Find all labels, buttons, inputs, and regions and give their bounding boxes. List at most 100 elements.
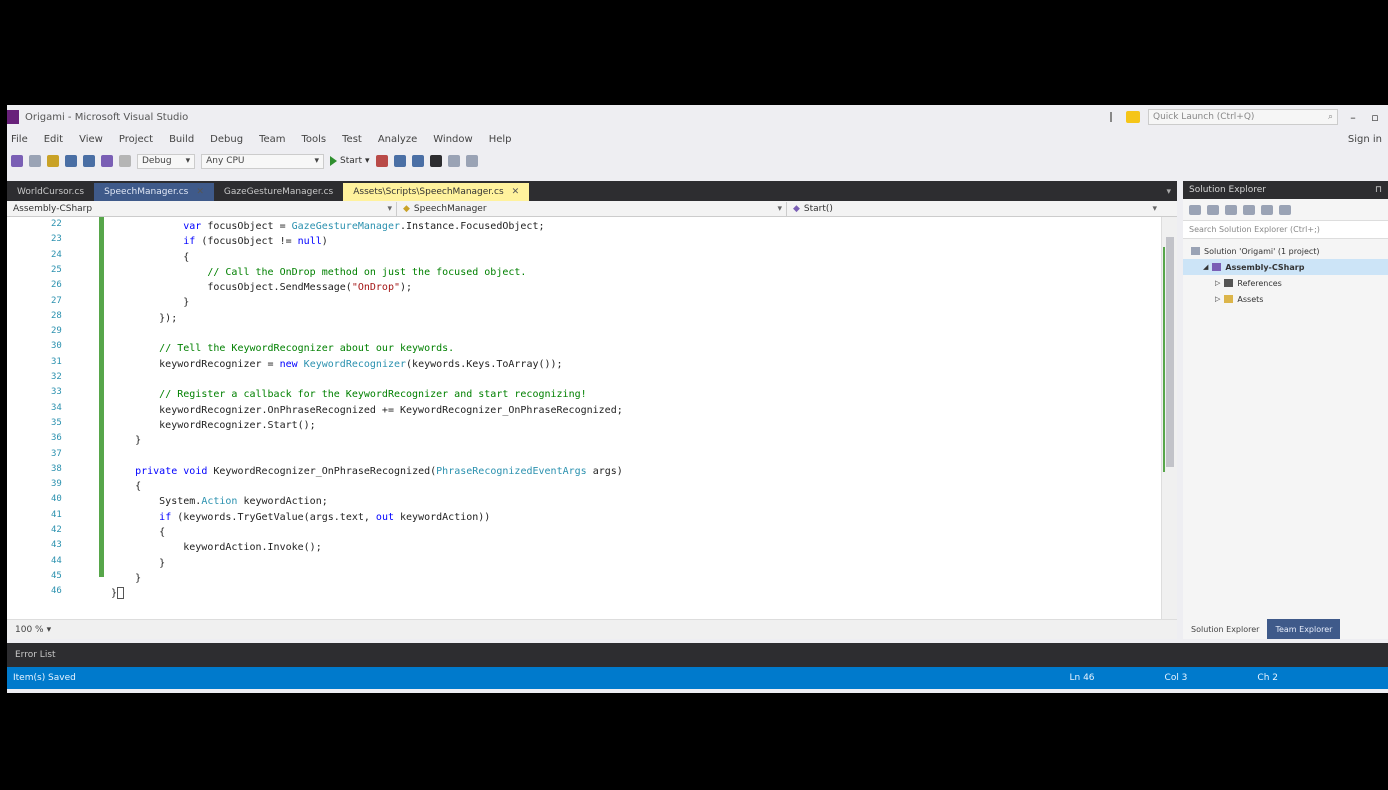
tab-label: SpeechManager.cs xyxy=(104,187,189,197)
back-icon[interactable] xyxy=(1189,204,1201,215)
pin-icon[interactable]: ⊓ xyxy=(1375,185,1382,195)
line-number: 24 xyxy=(51,249,62,260)
solution-configuration-dropdown[interactable]: Debug ▾ xyxy=(137,153,196,169)
redo-icon[interactable] xyxy=(119,155,131,167)
bookmark-clear-icon[interactable] xyxy=(465,155,478,167)
minimize-button[interactable]: – xyxy=(1346,111,1360,124)
menu-item-file[interactable]: File xyxy=(11,134,28,145)
bookmark-next-icon[interactable] xyxy=(447,155,460,167)
forward-icon[interactable] xyxy=(1207,204,1219,215)
project-dropdown[interactable]: Assembly-CSharp ▾ xyxy=(7,201,397,216)
menu-item-window[interactable]: Window xyxy=(433,134,472,145)
tab-document[interactable]: GazeGestureManager.cs xyxy=(214,183,343,201)
menu-item-tools[interactable]: Tools xyxy=(302,134,327,145)
code-text[interactable]: var focusObject = GazeGestureManager .Ins… xyxy=(111,219,623,601)
solution-tree-node[interactable]: Solution 'Origami' (1 project) xyxy=(1183,243,1388,259)
menu-item-edit[interactable]: Edit xyxy=(44,134,63,145)
error-list-tab[interactable]: Error List xyxy=(7,643,1388,667)
tab-team-explorer[interactable]: Team Explorer xyxy=(1267,619,1341,639)
solution-explorer-title: Solution Explorer xyxy=(1189,185,1266,195)
tab-label: WorldCursor.cs xyxy=(17,187,85,197)
code-editor[interactable]: 22 23 24 25 26 27 28 29 30 31 32 33 34 35 36 37 38 39 40 41… xyxy=(7,217,1177,619)
code-token: focusObject = xyxy=(201,221,292,232)
line-number: 27 xyxy=(51,295,62,306)
solution-tree-node-label: Assets xyxy=(1237,294,1264,304)
solution-explorer-search-input[interactable]: Search Solution Explorer (Ctrl+;) xyxy=(1183,221,1388,239)
zoom-level[interactable]: 100 % xyxy=(15,625,44,635)
tab-document[interactable]: Assets\Scripts\SpeechManager.cs ✕ xyxy=(343,183,530,201)
solution-explorer-panel: Solution Explorer ⊓ Search Solution Expl… xyxy=(1183,181,1388,639)
code-line: var focusObject = GazeGestureManager .Ins… xyxy=(111,219,623,234)
member-dropdown[interactable]: ◆ Start() ▾ xyxy=(787,202,1161,216)
sign-in-link[interactable]: Sign in xyxy=(1348,134,1382,145)
menu-item-debug[interactable]: Debug xyxy=(210,134,243,145)
expand-arrow-icon[interactable]: ◢ xyxy=(1203,263,1208,271)
menu-item-test[interactable]: Test xyxy=(342,134,362,145)
menu-item-analyze[interactable]: Analyze xyxy=(378,134,417,145)
collapse-all-icon[interactable] xyxy=(1279,204,1291,215)
expand-arrow-icon[interactable]: ▷ xyxy=(1215,279,1220,287)
code-line: keywordRecognizer = new KeywordRecognize… xyxy=(111,357,623,372)
feedback-icon[interactable] xyxy=(1126,111,1140,123)
step-icon[interactable] xyxy=(393,155,406,167)
tab-document[interactable]: SpeechManager.cs ✕ xyxy=(94,183,214,201)
line-number: 40 xyxy=(51,494,62,505)
menu-bar: File Edit View Project Build Debug Team Tools Te… xyxy=(7,129,1388,149)
standard-toolbar: Debug ▾ Any CPU ▾ Start ▾ xyxy=(7,149,1388,173)
solution-tree-node[interactable]: ▷ References xyxy=(1183,275,1388,291)
save-icon[interactable] xyxy=(65,155,77,167)
chevron-down-icon: ▾ xyxy=(365,156,370,166)
class-icon: ◆ xyxy=(403,203,410,214)
start-debugging-button[interactable]: Start ▾ xyxy=(330,156,370,166)
close-icon[interactable]: ✕ xyxy=(196,187,204,197)
vertical-scrollbar[interactable] xyxy=(1161,217,1177,619)
solution-tree-node[interactable]: ◢ Assembly-CSharp xyxy=(1183,259,1388,275)
notification-flag-icon[interactable] xyxy=(1110,112,1118,122)
line-number: 34 xyxy=(51,402,62,413)
home-icon[interactable] xyxy=(1225,204,1237,215)
line-number: 42 xyxy=(51,525,62,535)
quick-launch-input[interactable]: Quick Launch (Ctrl+Q) ⌕ xyxy=(1148,109,1338,125)
sync-icon[interactable] xyxy=(1243,204,1255,215)
code-token: KeywordRecognizer xyxy=(303,358,407,370)
code-token: PhraseRecognizedEventArgs xyxy=(436,465,587,477)
open-file-icon[interactable] xyxy=(47,155,59,167)
tab-overflow-chevron-icon[interactable]: ▾ xyxy=(1166,183,1177,201)
close-icon[interactable]: ✕ xyxy=(512,187,520,197)
tab-solution-explorer[interactable]: Solution Explorer xyxy=(1183,619,1268,639)
menu-item-project[interactable]: Project xyxy=(119,134,153,145)
undo-icon[interactable] xyxy=(101,155,113,167)
code-line: if (keywords.TryGetValue(args.text, out … xyxy=(111,510,623,525)
line-number: 25 xyxy=(51,264,62,275)
tab-label: GazeGestureManager.cs xyxy=(223,187,334,197)
line-number: 28 xyxy=(51,310,62,321)
expand-arrow-icon[interactable]: ▷ xyxy=(1215,295,1220,303)
menu-item-team[interactable]: Team xyxy=(259,134,285,145)
format-icon[interactable] xyxy=(411,155,424,167)
code-line: { xyxy=(111,525,623,540)
line-number: 29 xyxy=(51,326,62,337)
menu-item-help[interactable]: Help xyxy=(489,134,512,145)
scrollbar-thumb[interactable] xyxy=(1166,237,1174,467)
back-icon[interactable] xyxy=(11,155,23,167)
bookmark-icon[interactable] xyxy=(429,155,442,167)
tab-document[interactable]: WorldCursor.cs xyxy=(7,183,94,201)
new-project-icon[interactable] xyxy=(29,155,41,167)
type-dropdown[interactable]: ◆ SpeechManager ▾ xyxy=(397,201,787,216)
browser-link-icon[interactable] xyxy=(375,155,388,167)
code-line: keywordRecognizer.OnPhraseRecognized += … xyxy=(111,403,623,418)
save-all-icon[interactable] xyxy=(83,155,95,167)
solution-platform-dropdown[interactable]: Any CPU ▾ xyxy=(201,153,325,169)
menu-item-build[interactable]: Build xyxy=(169,134,194,145)
code-line: } xyxy=(111,295,623,310)
chevron-down-icon: ▾ xyxy=(777,203,782,214)
code-token: (focusObject != xyxy=(195,236,298,248)
maximize-button[interactable]: ▫ xyxy=(1368,111,1382,124)
line-number: 32 xyxy=(51,372,62,382)
menu-item-view[interactable]: View xyxy=(79,134,103,145)
refresh-icon[interactable] xyxy=(1261,204,1273,215)
code-token: args) xyxy=(586,465,623,477)
solution-tree-node[interactable]: ▷ Assets xyxy=(1183,291,1388,307)
